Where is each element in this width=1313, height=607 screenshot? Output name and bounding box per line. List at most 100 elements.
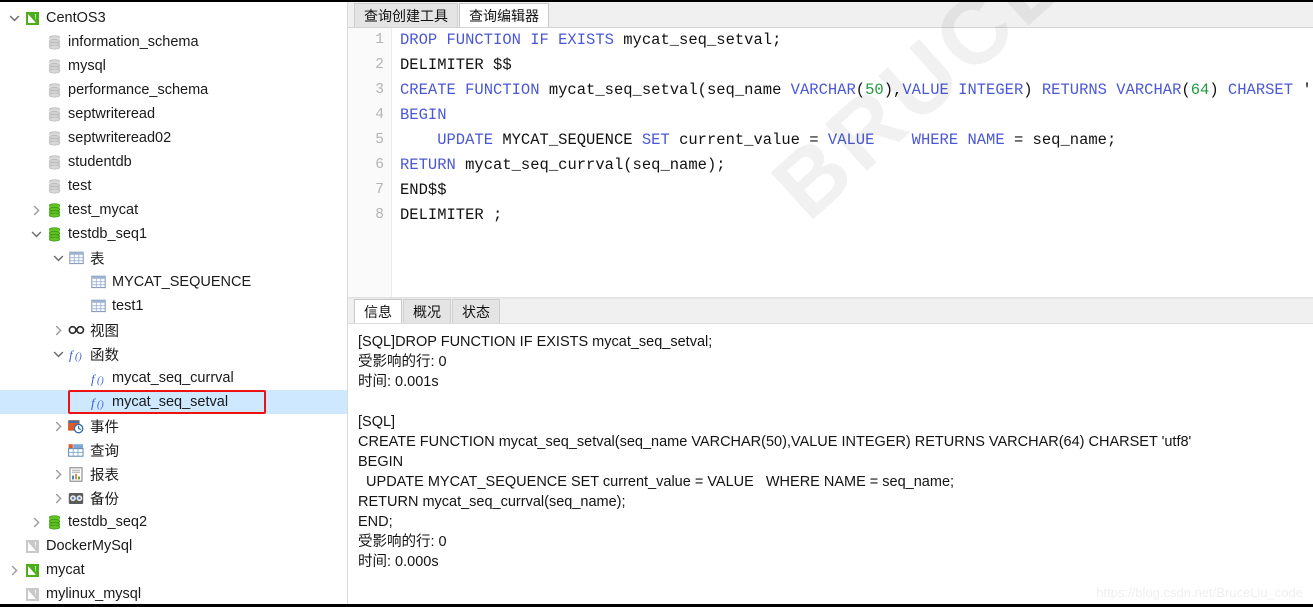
connection-gray-icon (22, 539, 42, 554)
query-icon (66, 443, 86, 458)
code-token: ( (855, 81, 866, 99)
database-green-icon (44, 226, 64, 242)
object-tree[interactable]: CentOS3 information_schema mysql perform… (0, 2, 347, 604)
code-token: DROP FUNCTION IF EXISTS (400, 31, 624, 49)
code-token: mycat_seq_currval(seq_name); (465, 156, 726, 174)
tree-item-centos3[interactable]: CentOS3 (0, 6, 347, 30)
message-line: BEGIN (358, 454, 404, 470)
editor-tab-strip[interactable]: 查询创建工具 查询编辑器 (348, 2, 1313, 28)
tree-item-testdb_seq2[interactable]: testdb_seq2 (0, 510, 347, 534)
code-line[interactable]: BEGIN (400, 103, 1313, 128)
tree-item-mylinux_mysql[interactable]: mylinux_mysql (0, 582, 347, 604)
code-token: WHERE NAME (911, 131, 1005, 149)
tree-item-information_schema[interactable]: information_schema (0, 30, 347, 54)
code-token: ) (1023, 81, 1042, 99)
navicat-window: CentOS3 information_schema mysql perform… (0, 0, 1313, 607)
chevron-right-icon[interactable] (28, 205, 44, 216)
code-token: RETURN (400, 156, 466, 174)
editor-tab-2[interactable]: 查询编辑器 (459, 3, 549, 27)
tree-item-[interactable]: 表 (0, 246, 347, 270)
code-line[interactable]: DELIMITER ; (400, 203, 1313, 228)
tree-item-label: 查询 (90, 443, 119, 460)
tree-item-dockermysql[interactable]: DockerMySql (0, 534, 347, 558)
connection-green-icon (22, 563, 42, 578)
tree-item-[interactable]: 事件 (0, 414, 347, 438)
code-line[interactable]: RETURN mycat_seq_currval(seq_name); (400, 153, 1313, 178)
result-tab-1[interactable]: 信息 (354, 299, 402, 323)
tree-item-label: studentdb (68, 154, 132, 170)
line-number: 2 (375, 57, 384, 73)
chevron-down-icon[interactable] (50, 349, 66, 360)
tree-item-septwriteread02[interactable]: septwriteread02 (0, 126, 347, 150)
code-line[interactable]: DELIMITER $$ (400, 53, 1313, 78)
sql-editor[interactable]: 1 2 3 4 5 6 7 8 DROP FUNCTION IF EXISTS mycat_s… (348, 28, 1313, 298)
code-token: MYCAT_SEQUENCE (502, 131, 642, 149)
tree-item-label: 备份 (90, 491, 119, 508)
message-line: UPDATE MYCAT_SEQUENCE SET current_value … (358, 474, 955, 490)
tree-item-label: septwriteread02 (68, 130, 172, 146)
message-output-panel[interactable]: [SQL]DROP FUNCTION IF EXISTS mycat_seq_s… (348, 324, 1313, 604)
code-token: ), (883, 81, 903, 99)
tree-item-performance_schema[interactable]: performance_schema (0, 78, 347, 102)
tree-item-testdb_seq1[interactable]: testdb_seq1 (0, 222, 347, 246)
code-line[interactable]: UPDATE MYCAT_SEQUENCE SET current_value … (400, 128, 1313, 153)
line-number: 3 (375, 82, 384, 98)
tree-item-mysql[interactable]: mysql (0, 54, 347, 78)
table-folder-icon (66, 251, 86, 265)
tree-item-label: DockerMySql (46, 538, 133, 554)
line-number: 5 (375, 132, 384, 148)
tree-item-mycat_seq_currval[interactable]: f () mycat_seq_currval (0, 366, 347, 390)
tree-item-test1[interactable]: test1 (0, 294, 347, 318)
database-green-icon (44, 514, 64, 530)
chevron-down-icon[interactable] (6, 13, 22, 24)
tree-item-mycat_seq_setval[interactable]: f () mycat_seq_setval (0, 390, 347, 414)
line-number: 8 (375, 207, 384, 223)
tree-item-label: 事件 (90, 419, 119, 436)
result-tab-3[interactable]: 状态 (452, 299, 500, 323)
result-tab-2[interactable]: 概况 (403, 299, 451, 323)
tree-item-studentdb[interactable]: studentdb (0, 150, 347, 174)
line-number-gutter: 1 2 3 4 5 6 7 8 (348, 28, 392, 297)
tree-item-[interactable]: 报表 (0, 462, 347, 486)
object-tree-panel[interactable]: CentOS3 information_schema mysql perform… (0, 2, 348, 604)
backup-icon (66, 492, 86, 505)
svg-text:(): () (97, 375, 104, 386)
message-line: CREATE FUNCTION mycat_seq_setval(seq_nam… (358, 434, 1192, 450)
database-gray-icon (44, 154, 64, 170)
tree-item-label: performance_schema (68, 82, 209, 98)
code-token: mycat_seq_setval; (623, 31, 782, 49)
tree-item-[interactable]: 查询 (0, 438, 347, 462)
tree-item-test[interactable]: test (0, 174, 347, 198)
view-icon (66, 325, 86, 335)
tree-item-label: septwriteread (68, 106, 156, 122)
tree-item-septwriteread[interactable]: septwriteread (0, 102, 347, 126)
tree-item-label: test (68, 178, 92, 194)
tree-item-[interactable]: 视图 (0, 318, 347, 342)
code-token: VARCHAR (790, 81, 856, 99)
chevron-right-icon[interactable] (50, 469, 66, 480)
tree-item-[interactable]: 备份 (0, 486, 347, 510)
code-token: RETURNS VARCHAR (1041, 81, 1182, 99)
tree-item-[interactable]: f () 函数 (0, 342, 347, 366)
tree-item-mycat[interactable]: mycat (0, 558, 347, 582)
code-token: UPDATE (400, 131, 503, 149)
tree-item-mycat_sequence[interactable]: MYCAT_SEQUENCE (0, 270, 347, 294)
chevron-right-icon[interactable] (6, 565, 22, 576)
chevron-right-icon[interactable] (50, 493, 66, 504)
code-line[interactable]: CREATE FUNCTION mycat_seq_setval(seq_nam… (400, 78, 1313, 103)
message-line: END; (358, 514, 393, 530)
tree-item-test_mycat[interactable]: test_mycat (0, 198, 347, 222)
code-line[interactable]: END$$ (400, 178, 1313, 203)
sql-code-area[interactable]: DROP FUNCTION IF EXISTS mycat_seq_setval… (392, 28, 1313, 297)
tree-item-label: mylinux_mysql (46, 586, 142, 602)
chevron-down-icon[interactable] (50, 253, 66, 264)
result-tab-strip[interactable]: 信息 概况 状态 (348, 298, 1313, 324)
chevron-right-icon[interactable] (50, 421, 66, 432)
chevron-down-icon[interactable] (28, 229, 44, 240)
code-token: CHARSET (1227, 81, 1294, 99)
chevron-right-icon[interactable] (28, 517, 44, 528)
editor-tab-1[interactable]: 查询创建工具 (354, 3, 458, 27)
tree-item-label: 视图 (90, 323, 119, 340)
code-line[interactable]: DROP FUNCTION IF EXISTS mycat_seq_setval… (400, 28, 1313, 53)
chevron-right-icon[interactable] (50, 325, 66, 336)
